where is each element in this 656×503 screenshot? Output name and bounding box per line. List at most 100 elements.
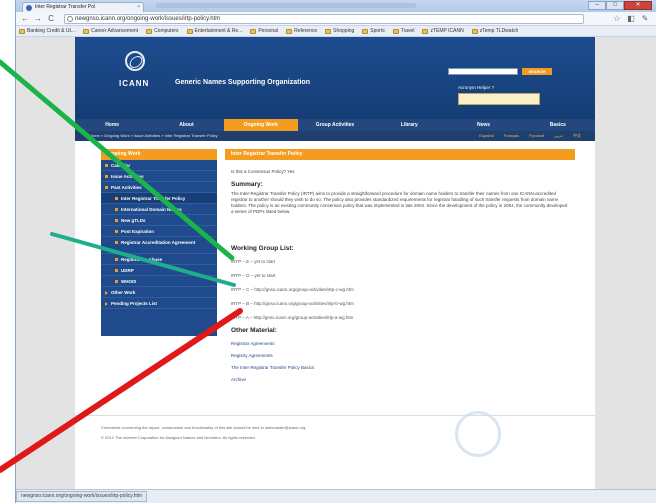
folder-icon [422,28,429,34]
nav-ongoing-work[interactable]: Ongoing Work [223,119,298,131]
sidebar-item-irtp[interactable]: Inter Registrar Transfer Policy [101,193,217,204]
bookmark-folder[interactable]: Career Advancement [83,28,138,34]
page-viewport: ICANN Generic Names Supporting Organizat… [16,37,656,489]
pdp-item-b[interactable]: IRTP – B – http://gnso.icann.org/group-a… [231,301,354,306]
extension-icon[interactable]: ◧ [626,14,636,24]
status-bar: newgnso.icann.org/ongoing-work/issues/ir… [16,489,656,503]
acronym-helper-label: Acronym Helper ? [458,85,495,90]
site-search-input[interactable] [448,68,518,75]
lang-es[interactable]: Español [479,133,493,139]
lang-ru[interactable]: Русский [529,133,544,139]
tab-close-icon[interactable]: × [137,3,140,12]
browser-toolbar: ← → C newgnso.icann.org/ongoing-work/iss… [16,12,656,26]
nav-news[interactable]: News [446,119,520,131]
breadcrumb-bar: Home » Ongoing Work » Issue Activities »… [75,131,595,141]
web-page: ICANN Generic Names Supporting Organizat… [75,37,595,489]
pdp-item-e: IRTP – E – yet to start [231,259,276,264]
content-heading: Inter Registrar Transfer Policy [225,149,575,160]
toolbar-right-icons: ☆ ◧ ✎ [612,14,650,24]
sidebar-item-whois[interactable]: WHOIS [101,276,217,287]
folder-icon [325,28,332,34]
status-url: newgnso.icann.org/ongoing-work/issues/ir… [16,491,148,502]
sidebar-item-issue-activities[interactable]: Issue Activities [101,171,217,182]
lang-zh[interactable]: 中文 [573,133,581,139]
link-registrar-agreements[interactable]: Registrar Agreements [231,341,275,346]
breadcrumb[interactable]: Home » Ongoing Work » Issue Activities »… [89,133,218,138]
bookmark-folder[interactable]: Travel [392,28,414,34]
browser-tab[interactable]: Inter Registrar Transfer Pol × [22,2,144,12]
minimize-button[interactable]: – [588,1,606,10]
folder-icon [146,28,153,34]
nav-about[interactable]: About [149,119,223,131]
sidebar-item-past-activities[interactable]: Past Activities [101,182,217,193]
browser-window: Inter Registrar Transfer Pol × – □ ✕ ← →… [15,0,656,503]
maximize-button[interactable]: □ [606,1,624,10]
lang-ar[interactable]: عربي [554,133,563,139]
bookmark-folder[interactable]: Sports [362,28,385,34]
nav-library[interactable]: Library [372,119,446,131]
pdp-item-d: IRTP – D – yet to start [231,273,276,278]
link-archive[interactable]: Archive [231,377,246,382]
acronym-helper-input[interactable] [458,93,540,105]
footer-comments: Comments concerning the layout, construc… [101,425,307,430]
sidebar-item-raa[interactable]: Registrar Accreditation Agreement [101,237,217,254]
sidebar-item-post-expiration[interactable]: Post Expiration [101,226,217,237]
sidebar-item-calendar[interactable]: Calendar [101,160,217,171]
icann-favicon-icon [26,5,32,11]
star-icon[interactable]: ☆ [612,14,622,24]
folder-icon [471,28,478,34]
bookmark-folder[interactable]: zTEMP ICANN [422,28,464,34]
sidebar-item-registration-abuse[interactable]: Registration Abuse [101,254,217,265]
logo-text: ICANN [119,79,150,88]
nav-group-activities[interactable]: Group Activities [298,119,372,131]
site-header: ICANN Generic Names Supporting Organizat… [75,37,595,119]
bookmark-folder[interactable]: Computers [146,28,179,34]
reload-icon[interactable]: C [46,14,56,24]
link-irtp-basics[interactable]: The Inter-Registrar Transfer Policy Basi… [231,365,314,370]
close-window-button[interactable]: ✕ [624,1,652,10]
forward-arrow-icon[interactable]: → [33,14,43,24]
lang-fr[interactable]: Français [504,133,519,139]
address-bar[interactable]: newgnso.icann.org/ongoing-work/issues/ir… [64,14,584,24]
sidebar-item-other-work[interactable]: Other Work [101,287,217,298]
link-registry-agreements[interactable]: Registry Agreements [231,353,273,358]
pdp-item-a[interactable]: IRTP – A – http://gnso.icann.org/group-a… [231,315,353,320]
folder-icon [250,28,257,34]
folder-icon [392,28,399,34]
sidebar-item-idn[interactable]: International Domain Names [101,204,217,215]
bookmark-folder[interactable]: Entertainment & Re... [186,28,242,34]
other-material-heading: Other Material: [231,327,277,334]
search-button[interactable]: SEARCH [522,68,552,75]
nav-home[interactable]: Home [75,119,149,131]
address-url: newgnso.icann.org/ongoing-work/issues/ir… [75,16,221,22]
bookmark-folder[interactable]: zTemp TLDwatch [471,28,518,34]
window-controls: – □ ✕ [588,1,652,10]
bookmark-folder[interactable]: Reference [286,28,317,34]
footer-copyright: © 2012 The Internet Corporation for Assi… [101,435,256,440]
bookmark-folder[interactable]: Banking Credit & Ut... [19,28,75,34]
title-bar: Inter Registrar Transfer Pol × – □ ✕ [16,0,656,12]
nav-basics[interactable]: Basics [521,119,595,131]
sidebar-item-pending-projects[interactable]: Pending Projects List [101,298,217,309]
pdp-item-c[interactable]: IRTP – C – http://gnso.icann.org/group-a… [231,287,354,292]
wrench-icon[interactable]: ✎ [640,14,650,24]
bookmarks-bar: Banking Credit & Ut... Career Advancemen… [16,26,656,37]
working-group-heading: Working Group List: [231,245,294,252]
back-arrow-icon[interactable]: ← [20,14,30,24]
language-links: Español Français Русский عربي 中文 [479,133,581,139]
sidebar-heading: Ongoing Work [101,149,217,160]
tab-title: Inter Registrar Transfer Pol [35,4,96,10]
sidebar-item-new-gtlds[interactable]: New gTLDs [101,215,217,226]
help-icon[interactable]: ? [492,85,495,90]
summary-text: The Inter-Registrar Transfer Policy (IRT… [231,191,568,214]
blurred-window-title [156,3,416,8]
icann-globe-logo-icon[interactable] [125,51,145,71]
folder-icon [186,28,193,34]
sidebar-item-udrp[interactable]: UDRP [101,265,217,276]
summary-heading: Summary: [231,181,263,188]
bookmark-folder[interactable]: Personal [250,28,278,34]
site-title: Generic Names Supporting Organization [175,79,310,86]
folder-icon [286,28,293,34]
main-content: Inter Registrar Transfer Policy Is this … [225,149,575,449]
bookmark-folder[interactable]: Shopping [325,28,354,34]
